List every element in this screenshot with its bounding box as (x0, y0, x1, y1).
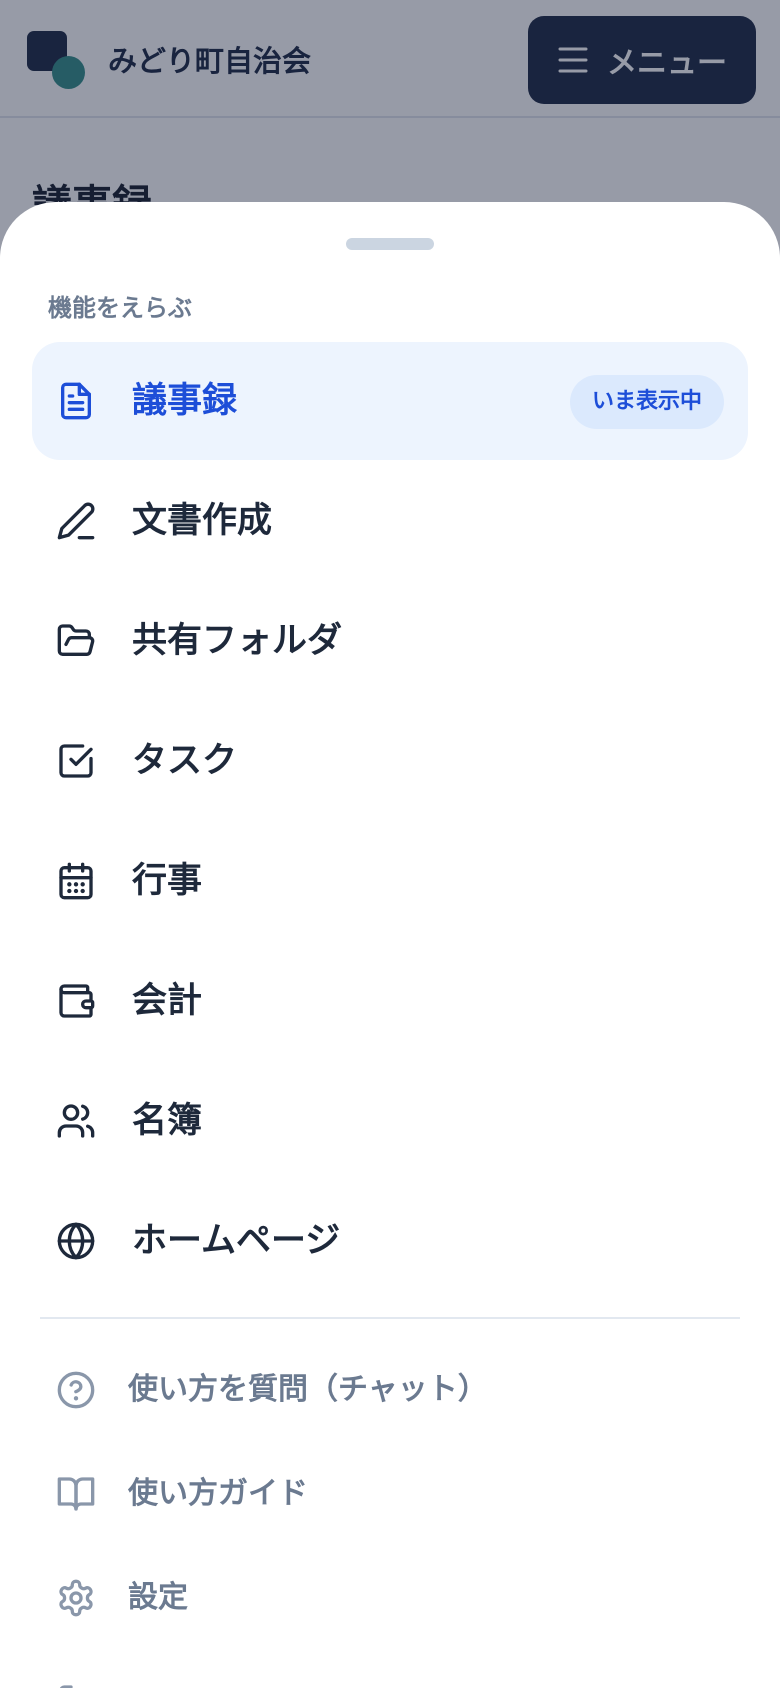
nav-item-roster[interactable]: 名簿 (32, 1062, 748, 1180)
nav-item-label: 使い方ガイド (128, 1476, 308, 1511)
nav-item-events[interactable]: 行事 (32, 822, 748, 940)
nav-item-help-chat[interactable]: 使い方を質問（チャット） (32, 1342, 748, 1438)
wallet-icon (56, 981, 96, 1021)
sheet-drag-handle[interactable] (346, 238, 434, 250)
nav-item-minutes[interactable]: 議事録 いま表示中 (32, 342, 748, 460)
document-icon (56, 381, 96, 421)
users-icon (56, 1101, 96, 1141)
nav-item-label: ホームページ (132, 1221, 341, 1261)
nav-item-homepage[interactable]: ホームページ (32, 1182, 748, 1300)
globe-icon (56, 1221, 96, 1261)
current-page-badge: いま表示中 (569, 375, 724, 429)
nav-item-label: 使い方を質問（チャット） (128, 1372, 488, 1407)
nav-item-label: タスク (132, 741, 238, 781)
nav-item-label: 設定 (128, 1580, 188, 1615)
nav-item-tasks[interactable]: タスク (32, 702, 748, 820)
nav-item-label: 名簿 (132, 1101, 203, 1141)
checkbox-icon (56, 741, 96, 781)
nav-item-label: 議事録 (132, 381, 238, 421)
nav-item-more[interactable] (32, 1654, 748, 1688)
nav-item-label: 文書作成 (132, 501, 273, 541)
nav-item-label: 行事 (132, 861, 203, 901)
nav-item-settings[interactable]: 設定 (32, 1550, 748, 1646)
book-open-icon (56, 1474, 96, 1514)
help-circle-icon (56, 1370, 96, 1410)
logout-icon (56, 1682, 96, 1688)
gear-icon (56, 1578, 96, 1618)
menu-divider (40, 1317, 740, 1319)
nav-item-label: 会計 (132, 981, 203, 1021)
pen-icon (56, 501, 96, 541)
nav-item-document-create[interactable]: 文書作成 (32, 462, 748, 580)
calendar-icon (56, 861, 96, 901)
folder-open-icon (56, 621, 96, 661)
section-label: 機能をえらぶ (48, 294, 192, 322)
nav-item-guide[interactable]: 使い方ガイド (32, 1446, 748, 1542)
navigation-sheet: 機能をえらぶ 議事録 いま表示中 文書作成 共有フォルダ タスク 行事 会計 名… (0, 202, 780, 1688)
nav-item-accounting[interactable]: 会計 (32, 942, 748, 1060)
nav-item-label: 共有フォルダ (132, 621, 343, 661)
nav-item-shared-folder[interactable]: 共有フォルダ (32, 582, 748, 700)
